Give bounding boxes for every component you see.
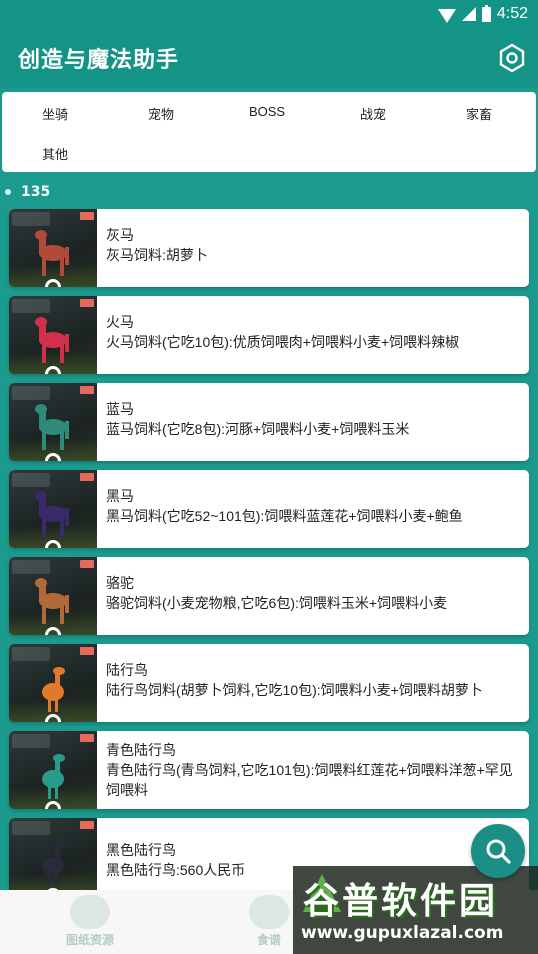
nav-blueprints[interactable]: 图纸资源 — [30, 890, 150, 954]
search-button[interactable] — [471, 824, 525, 878]
creature-name: 骆驼 — [106, 575, 134, 591]
creature-feed: 火马饲料(它吃10包):优质饲喂肉+饲喂料小麦+饲喂料辣椒 — [106, 334, 460, 350]
creature-thumbnail — [9, 470, 97, 548]
creature-image — [42, 841, 65, 886]
recipe-icon — [249, 895, 289, 929]
creature-feed: 灰马饲料:胡萝卜 — [106, 247, 208, 263]
creature-name: 火马 — [106, 314, 134, 330]
app-title: 创造与魔法助手 — [18, 48, 180, 73]
tab-boss[interactable]: BOSS — [214, 104, 320, 119]
status-bar: 4:52 — [0, 0, 538, 28]
tab-mount[interactable]: 坐骑 — [2, 104, 108, 123]
tab-livestock[interactable]: 家畜 — [426, 104, 532, 123]
count-value: 135 — [21, 184, 51, 200]
creature-feed: 青色陆行鸟(青鸟饲料,它吃101包):饲喂料红莲花+饲喂料洋葱+罕见饲喂料 — [106, 762, 513, 798]
creature-thumbnail — [9, 731, 97, 809]
creature-image — [42, 667, 65, 712]
creature-image — [42, 754, 65, 799]
app-bar: 创造与魔法助手 — [0, 28, 538, 88]
creature-thumbnail — [9, 557, 97, 635]
bullet-icon — [5, 189, 11, 195]
creature-thumbnail — [9, 296, 97, 374]
tab-battle-pet[interactable]: 战宠 — [320, 104, 426, 123]
creature-image — [35, 578, 69, 624]
creature-name: 青色陆行鸟 — [106, 742, 176, 758]
creature-image — [35, 491, 69, 537]
list-item[interactable]: 青色陆行鸟 青色陆行鸟(青鸟饲料,它吃101包):饲喂料红莲花+饲喂料洋葱+罕见… — [9, 731, 529, 809]
creature-feed: 蓝马饲料(它吃8包):河豚+饲喂料小麦+饲喂料玉米 — [106, 421, 410, 437]
signal-icon — [461, 7, 476, 21]
tab-other[interactable]: 其他 — [2, 144, 108, 163]
creature-thumbnail — [9, 818, 97, 896]
nav-label: 食谱 — [256, 933, 281, 947]
creature-feed: 黑马饲料(它吃52~101包):饲喂料蓝莲花+饲喂料小麦+鲍鱼 — [106, 508, 463, 524]
blueprint-icon — [70, 895, 110, 929]
result-count: 135 — [0, 180, 50, 204]
creature-name: 黑马 — [106, 488, 134, 504]
creature-feed: 陆行鸟饲料(胡萝卜饲料,它吃10包):饲喂料小麦+饲喂料胡萝卜 — [106, 682, 483, 698]
category-tabs: 坐骑 宠物 BOSS 战宠 家畜 其他 — [2, 92, 536, 172]
creature-image — [35, 230, 69, 276]
settings-icon[interactable] — [496, 42, 528, 74]
wifi-icon — [437, 9, 456, 23]
list-item[interactable]: 火马 火马饲料(它吃10包):优质饲喂肉+饲喂料小麦+饲喂料辣椒 — [9, 296, 529, 374]
creature-name: 灰马 — [106, 227, 134, 243]
tab-pet[interactable]: 宠物 — [108, 104, 214, 123]
creature-thumbnail — [9, 383, 97, 461]
list-item[interactable]: 黑马 黑马饲料(它吃52~101包):饲喂料蓝莲花+饲喂料小麦+鲍鱼 — [9, 470, 529, 548]
creature-name: 蓝马 — [106, 401, 134, 417]
creature-image — [35, 404, 69, 450]
nav-label: 图纸资源 — [65, 933, 114, 947]
list-item[interactable]: 蓝马 蓝马饲料(它吃8包):河豚+饲喂料小麦+饲喂料玉米 — [9, 383, 529, 461]
list-item[interactable]: 骆驼 骆驼饲料(小麦宠物粮,它吃6包):饲喂料玉米+饲喂料小麦 — [9, 557, 529, 635]
watermark-title: 谷普软件园 — [303, 881, 499, 922]
creature-name: 黑色陆行鸟 — [106, 842, 176, 858]
creature-thumbnail — [9, 644, 97, 722]
creature-name: 陆行鸟 — [106, 662, 148, 678]
watermark: 谷普软件园 www.gupuxlazal.com — [293, 866, 538, 954]
watermark-url: www.gupuxlazal.com — [301, 923, 504, 943]
search-icon — [486, 839, 511, 864]
creature-thumbnail — [9, 209, 97, 287]
creature-image — [35, 317, 69, 363]
list-item[interactable]: 陆行鸟 陆行鸟饲料(胡萝卜饲料,它吃10包):饲喂料小麦+饲喂料胡萝卜 — [9, 644, 529, 722]
battery-icon — [481, 4, 491, 22]
status-time: 4:52 — [496, 5, 528, 22]
list-item[interactable]: 灰马 灰马饲料:胡萝卜 — [9, 209, 529, 287]
creature-feed: 骆驼饲料(小麦宠物粮,它吃6包):饲喂料玉米+饲喂料小麦 — [106, 595, 448, 611]
